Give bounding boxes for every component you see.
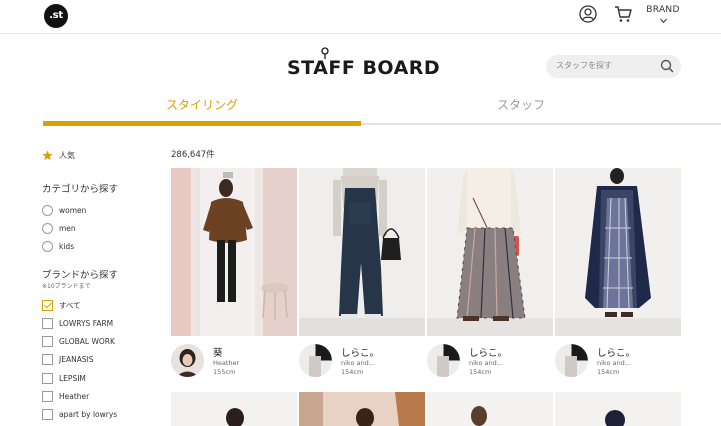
site-logo[interactable]: .st — [44, 4, 68, 28]
staff-name[interactable]: しらこ。 — [469, 345, 507, 359]
radio-button[interactable] — [42, 205, 53, 216]
avatar[interactable] — [555, 344, 588, 377]
active-tab-indicator — [43, 121, 361, 126]
styling-photo[interactable] — [555, 168, 681, 336]
category-section-title: カテゴリから探す — [42, 184, 119, 195]
checkbox[interactable] — [42, 354, 53, 365]
staff-height: 154cm — [341, 368, 364, 376]
styling-photo[interactable] — [427, 392, 553, 426]
brand-label: JEANASIS — [59, 355, 94, 364]
cart-icon[interactable] — [614, 5, 632, 23]
brand-label: すべて — [59, 301, 81, 310]
search-placeholder: スタッフを探す — [556, 61, 612, 70]
category-label: kids — [59, 242, 75, 251]
brand-limit-note: ※10ブランドまで — [42, 283, 91, 290]
avatar[interactable] — [171, 344, 204, 377]
staff-height: 154cm — [597, 368, 620, 376]
user-icon[interactable] — [579, 5, 597, 23]
styling-photo[interactable] — [299, 168, 425, 336]
tab-divider — [361, 123, 721, 125]
staff-name[interactable]: 葵 — [213, 345, 223, 359]
site-title-text: STAFF BOARD — [287, 57, 441, 79]
brand-menu-label: BRAND — [646, 5, 680, 15]
avatar[interactable] — [299, 344, 332, 377]
staff-name[interactable]: しらこ。 — [597, 345, 635, 359]
search-icon[interactable] — [660, 59, 674, 73]
styling-photo[interactable] — [555, 392, 681, 426]
checkbox[interactable] — [42, 336, 53, 347]
category-label: men — [59, 224, 76, 233]
checkbox[interactable] — [42, 318, 53, 329]
staff-shop: Heather — [213, 359, 240, 367]
brand-menu-button[interactable]: BRAND — [646, 4, 680, 28]
brand-label: GLOBAL WORK — [59, 337, 115, 346]
checkbox[interactable] — [42, 409, 53, 420]
checkbox-checked[interactable] — [42, 300, 53, 311]
chevron-down-icon — [660, 18, 667, 24]
staff-shop: niko and... — [597, 359, 631, 367]
popular-label: 人気 — [59, 151, 75, 160]
checkbox[interactable] — [42, 373, 53, 384]
radio-button[interactable] — [42, 241, 53, 252]
radio-button[interactable] — [42, 223, 53, 234]
avatar[interactable] — [427, 344, 460, 377]
brand-label: Heather — [59, 392, 90, 401]
staff-shop: niko and... — [469, 359, 503, 367]
staff-shop: niko and... — [341, 359, 375, 367]
staff-name[interactable]: しらこ。 — [341, 345, 379, 359]
brand-label: apart by lowrys — [59, 410, 118, 419]
staff-height: 154cm — [469, 368, 492, 376]
styling-photo[interactable] — [299, 392, 425, 426]
styling-photo[interactable] — [427, 168, 553, 336]
staff-height: 155cm — [213, 368, 236, 376]
tab-staff[interactable]: スタッフ — [361, 92, 681, 126]
brand-label: LOWRYS FARM — [59, 319, 114, 328]
staff-search-input[interactable]: スタッフを探す — [546, 55, 681, 78]
top-bar: .st BRAND — [0, 0, 721, 34]
brand-section-title: ブランドから探す — [42, 270, 119, 281]
site-title[interactable]: STAFF BOARD — [287, 47, 441, 81]
checkbox[interactable] — [42, 391, 53, 402]
styling-photo[interactable] — [171, 392, 297, 426]
brand-label: LEPSIM — [59, 374, 86, 383]
category-label: women — [59, 206, 87, 215]
result-count: 286,647件 — [171, 150, 215, 160]
star-icon — [42, 150, 53, 161]
styling-photo[interactable] — [171, 168, 297, 336]
